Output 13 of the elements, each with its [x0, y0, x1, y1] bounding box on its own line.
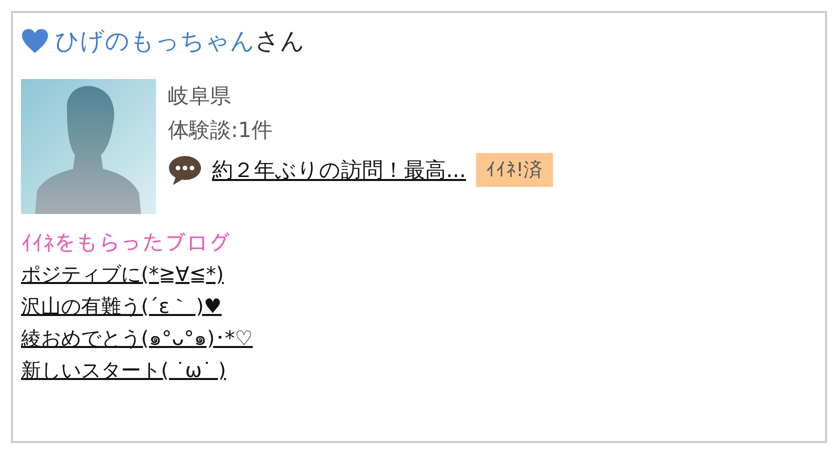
section-title: ｲｲﾈをもらったブログ	[21, 232, 231, 257]
blog-link[interactable]: 新しいスタート( ˙ω˙ )	[21, 357, 226, 384]
blog-link[interactable]: ポジティブに(*≧∀≦*)	[21, 261, 224, 288]
speech-bubble-icon	[168, 154, 202, 186]
user-name-link[interactable]: ひげのもっちゃん	[55, 25, 255, 57]
blog-link[interactable]: 綾おめでとう(๑°ᴗ°๑)･*♡	[21, 325, 253, 352]
heart-icon	[21, 28, 49, 54]
blog-link[interactable]: 沢山の有難う(´ε｀ )♥	[21, 293, 222, 320]
post-link[interactable]: 約２年ぶりの訪問！最高...	[212, 156, 466, 184]
prefecture-label: 岐阜県	[168, 83, 232, 110]
name-suffix: さん	[255, 26, 305, 57]
review-count: 体験談:1件	[168, 117, 274, 144]
liked-badge: ｲｲﾈ!済	[476, 153, 553, 187]
